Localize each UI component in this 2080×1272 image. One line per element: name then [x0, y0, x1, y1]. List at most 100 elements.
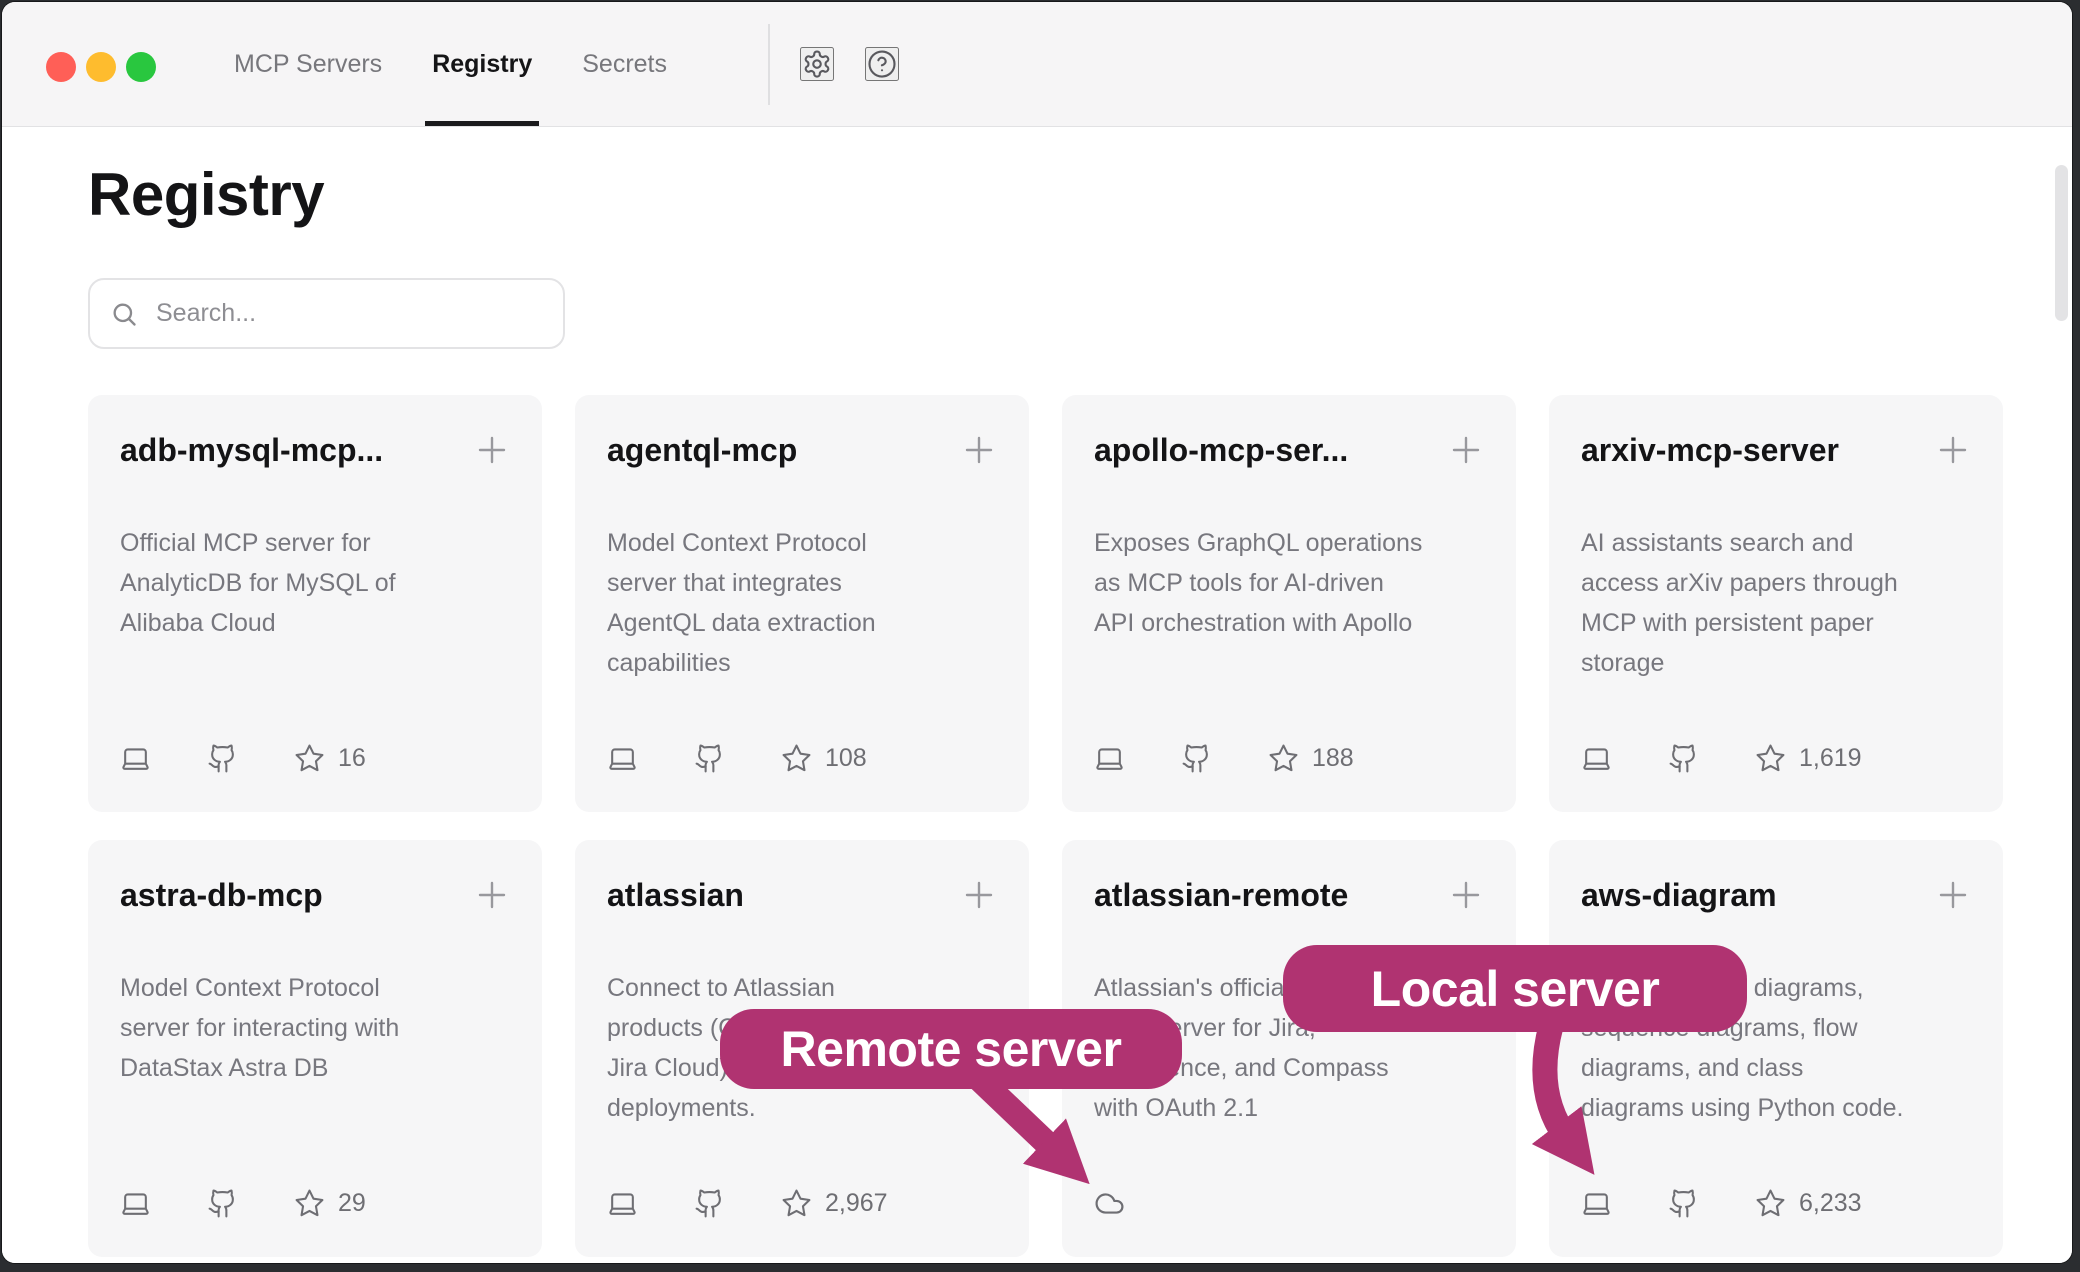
minimize-button[interactable] [86, 52, 116, 82]
card-description-line: with OAuth 2.1 [1094, 1088, 1484, 1128]
github-icon[interactable] [1668, 1188, 1699, 1219]
github-icon[interactable] [207, 743, 238, 774]
card-description-line: Connect to Atlassian [607, 968, 997, 1008]
star-group: 108 [781, 743, 867, 774]
plus-icon [1448, 432, 1484, 468]
github-icon[interactable] [1668, 743, 1699, 774]
tab-registry[interactable]: Registry [432, 2, 532, 126]
card-header: agentql-mcp [607, 429, 997, 471]
scrollbar-thumb[interactable] [2055, 165, 2068, 321]
card-description-line: Official MCP server for [120, 523, 510, 563]
add-server-button[interactable] [474, 432, 510, 468]
laptop-icon [120, 1188, 151, 1219]
card-description-line: deployments. [607, 1088, 997, 1128]
card-title: atlassian [607, 874, 744, 916]
card-description-line: diagrams using Python code. [1581, 1088, 1971, 1128]
remote-server-callout: Remote server [720, 1009, 1182, 1089]
card-description-line: access arXiv papers through [1581, 563, 1971, 603]
card-description: Official MCP server forAnalyticDB for My… [120, 523, 510, 643]
card-description: Model Context Protocolserver for interac… [120, 968, 510, 1088]
card-description-line: capabilities [607, 643, 997, 683]
star-icon [294, 743, 325, 774]
github-icon[interactable] [694, 1188, 725, 1219]
star-icon [781, 743, 812, 774]
server-card[interactable]: agentql-mcp Model Context Protocolserver… [575, 395, 1029, 812]
server-card[interactable]: astra-db-mcp Model Context Protocolserve… [88, 840, 542, 1257]
card-title: arxiv-mcp-server [1581, 429, 1839, 471]
plus-icon [1935, 432, 1971, 468]
close-button[interactable] [46, 52, 76, 82]
card-description-line: server that integrates [607, 563, 997, 603]
tab-secrets[interactable]: Secrets [582, 2, 667, 126]
card-title: adb-mysql-mcp... [120, 429, 383, 471]
star-group: 6,233 [1755, 1188, 1862, 1219]
registry-page: Registry adb-mysql-mcp... Official MCP s… [2, 160, 2072, 1263]
card-grid: adb-mysql-mcp... Official MCP server for… [88, 395, 2000, 1257]
star-count: 29 [338, 1189, 366, 1218]
star-count: 16 [338, 744, 366, 773]
card-footer: 2,967 [607, 1188, 997, 1219]
laptop-icon [1581, 743, 1612, 774]
app-window: MCP Servers Registry Secrets Registry [2, 2, 2072, 1263]
help-icon[interactable] [865, 47, 899, 81]
github-icon[interactable] [694, 743, 725, 774]
card-header: adb-mysql-mcp... [120, 429, 510, 471]
star-icon [1755, 743, 1786, 774]
add-server-button[interactable] [1448, 877, 1484, 913]
plus-icon [474, 432, 510, 468]
settings-gear-icon[interactable] [800, 47, 834, 81]
star-count: 6,233 [1799, 1189, 1862, 1218]
card-header: aws-diagram [1581, 874, 1971, 916]
card-header: atlassian [607, 874, 997, 916]
card-header: apollo-mcp-ser... [1094, 429, 1484, 471]
toolbar-divider [768, 24, 770, 105]
add-server-button[interactable] [961, 877, 997, 913]
search-input[interactable] [156, 299, 543, 328]
server-card[interactable]: arxiv-mcp-server AI assistants search an… [1549, 395, 2003, 812]
add-server-button[interactable] [1935, 432, 1971, 468]
tab-mcp-servers[interactable]: MCP Servers [234, 2, 382, 126]
search-box [88, 278, 565, 349]
card-title: atlassian-remote [1094, 874, 1348, 916]
add-server-button[interactable] [1935, 877, 1971, 913]
star-group: 29 [294, 1188, 366, 1219]
star-group: 16 [294, 743, 366, 774]
card-footer: 29 [120, 1188, 510, 1219]
card-description-line: Model Context Protocol [607, 523, 997, 563]
card-description: AI assistants search andaccess arXiv pap… [1581, 523, 1971, 683]
card-footer: 188 [1094, 743, 1484, 774]
plus-icon [961, 432, 997, 468]
card-description-line: Alibaba Cloud [120, 603, 510, 643]
card-footer: 16 [120, 743, 510, 774]
server-card[interactable]: apollo-mcp-ser... Exposes GraphQL operat… [1062, 395, 1516, 812]
card-description: Model Context Protocolserver that integr… [607, 523, 997, 683]
star-count: 188 [1312, 744, 1354, 773]
github-icon[interactable] [1181, 743, 1212, 774]
card-description-line: API orchestration with Apollo [1094, 603, 1484, 643]
laptop-icon [607, 743, 638, 774]
laptop-icon [1094, 743, 1125, 774]
card-footer: 6,233 [1581, 1188, 1971, 1219]
server-card[interactable]: adb-mysql-mcp... Official MCP server for… [88, 395, 542, 812]
card-footer: 1,619 [1581, 743, 1971, 774]
laptop-icon [607, 1188, 638, 1219]
star-group: 2,967 [781, 1188, 888, 1219]
card-description-line: AnalyticDB for MySQL of [120, 563, 510, 603]
star-count: 1,619 [1799, 744, 1862, 773]
card-description-line: storage [1581, 643, 1971, 683]
star-icon [294, 1188, 325, 1219]
add-server-button[interactable] [961, 432, 997, 468]
github-icon[interactable] [207, 1188, 238, 1219]
plus-icon [474, 877, 510, 913]
add-server-button[interactable] [1448, 432, 1484, 468]
search-icon [110, 300, 138, 328]
zoom-button[interactable] [126, 52, 156, 82]
server-card[interactable]: aws-diagram Generate AWS diagrams,sequen… [1549, 840, 2003, 1257]
star-group: 188 [1268, 743, 1354, 774]
card-description-line: diagrams, and class [1581, 1048, 1971, 1088]
card-header: arxiv-mcp-server [1581, 429, 1971, 471]
card-description-line: as MCP tools for AI-driven [1094, 563, 1484, 603]
add-server-button[interactable] [474, 877, 510, 913]
laptop-icon [1581, 1188, 1612, 1219]
traffic-lights [46, 52, 156, 82]
